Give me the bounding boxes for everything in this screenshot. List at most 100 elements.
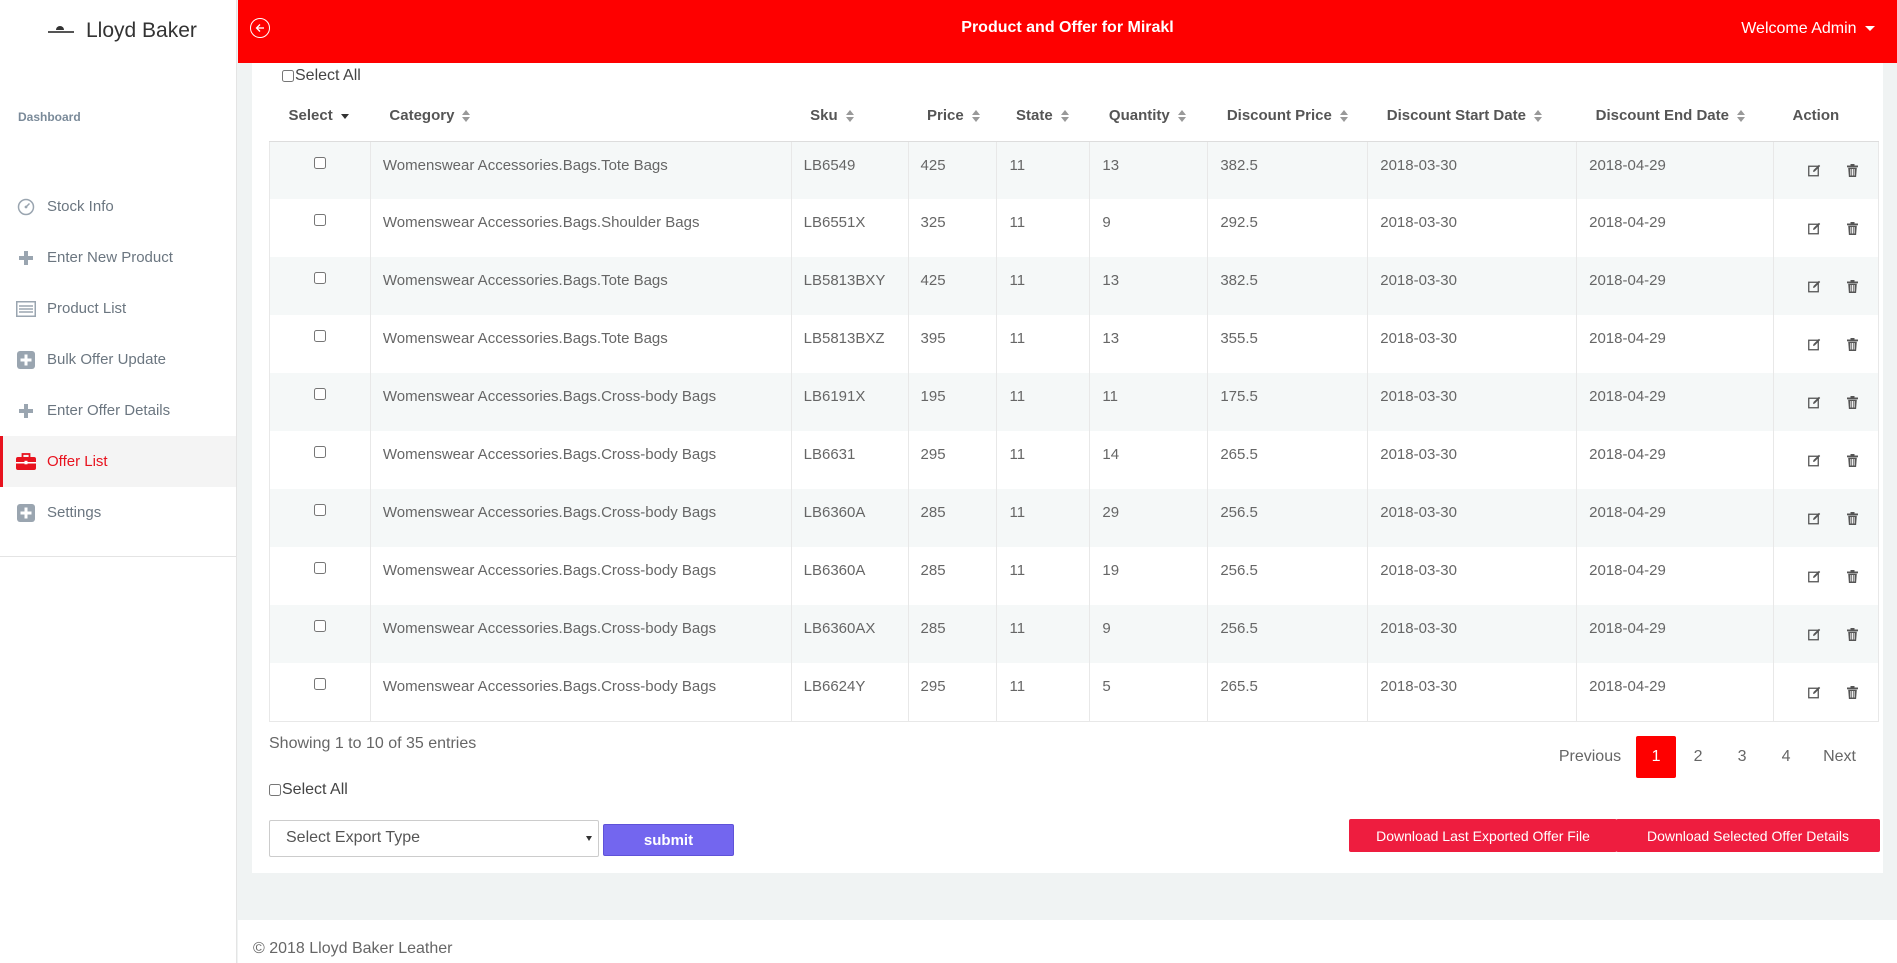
row-select-cell xyxy=(269,373,371,431)
cell-price: 325 xyxy=(907,199,997,257)
sort-icon xyxy=(971,110,980,123)
cell-quantity: 13 xyxy=(1089,257,1208,315)
trash-icon[interactable] xyxy=(1844,278,1860,294)
row-select-cell xyxy=(269,431,371,489)
cell-category: Womenswear Accessories.Bags.Cross-body B… xyxy=(369,373,792,431)
download-selected-button[interactable]: Download Selected Offer Details xyxy=(1616,819,1880,852)
edit-icon[interactable] xyxy=(1806,568,1822,584)
trash-icon[interactable] xyxy=(1844,336,1860,352)
export-type-select[interactable]: Select Export Type xyxy=(269,820,599,857)
sidebar-item-label: Offer List xyxy=(47,453,108,470)
trash-icon[interactable] xyxy=(1844,684,1860,700)
submit-button[interactable]: submit xyxy=(603,824,734,856)
user-menu[interactable]: Welcome Admin xyxy=(1741,20,1875,38)
column-header-sku[interactable]: Sku xyxy=(791,91,909,142)
cell-sku: LB5813BXZ xyxy=(790,315,909,373)
brand[interactable]: Lloyd Baker xyxy=(0,0,236,62)
cell-category: Womenswear Accessories.Bags.Cross-body B… xyxy=(369,605,792,663)
edit-icon[interactable] xyxy=(1806,626,1822,642)
cell-discount-end-date: 2018-04-29 xyxy=(1576,141,1774,199)
sidebar-item-enter-offer-details[interactable]: Enter Offer Details xyxy=(0,385,236,436)
select-all-bottom[interactable]: Select All xyxy=(269,781,348,799)
sidebar-item-stock-info[interactable]: Stock Info xyxy=(0,181,236,232)
trash-icon[interactable] xyxy=(1844,220,1860,236)
cell-discount-start-date: 2018-03-30 xyxy=(1367,431,1577,489)
cell-price: 425 xyxy=(907,257,997,315)
column-header-quantity[interactable]: Quantity xyxy=(1089,91,1208,142)
pagination-page-2[interactable]: 2 xyxy=(1676,736,1720,778)
edit-icon[interactable] xyxy=(1806,510,1822,526)
row-checkbox[interactable] xyxy=(313,272,326,284)
select-all-top[interactable]: Select All xyxy=(282,67,361,85)
select-all-checkbox[interactable] xyxy=(282,70,294,82)
sidebar-item-offer-list[interactable]: Offer List xyxy=(0,436,236,487)
trash-icon[interactable] xyxy=(1844,568,1860,584)
column-header-discount-price[interactable]: Discount Price xyxy=(1207,91,1368,142)
cell-discount-price: 382.5 xyxy=(1207,141,1368,199)
trash-icon[interactable] xyxy=(1844,394,1860,410)
column-header-select[interactable]: Select xyxy=(269,91,371,142)
sort-icon xyxy=(1060,110,1069,123)
edit-icon[interactable] xyxy=(1806,336,1822,352)
trash-icon[interactable] xyxy=(1844,452,1860,468)
pagination-previous[interactable]: Previous xyxy=(1544,736,1636,778)
column-header-discount-end-date[interactable]: Discount End Date xyxy=(1576,91,1774,142)
cell-quantity: 11 xyxy=(1089,373,1208,431)
trash-icon[interactable] xyxy=(1844,510,1860,526)
row-checkbox[interactable] xyxy=(313,446,326,458)
pagination-next[interactable]: Next xyxy=(1808,736,1871,778)
cell-quantity: 14 xyxy=(1089,431,1208,489)
cell-discount-end-date: 2018-04-29 xyxy=(1576,605,1774,663)
sidebar-item-product-list[interactable]: Product List xyxy=(0,283,236,334)
row-checkbox[interactable] xyxy=(313,330,326,342)
table-row: Womenswear Accessories.Bags.Cross-body B… xyxy=(269,431,1879,489)
cell-discount-start-date: 2018-03-30 xyxy=(1367,663,1577,722)
cell-discount-end-date: 2018-04-29 xyxy=(1576,663,1774,722)
select-all-checkbox[interactable] xyxy=(269,784,281,796)
sidebar-item-enter-new-product[interactable]: Enter New Product xyxy=(0,232,236,283)
sort-icon xyxy=(1339,110,1348,123)
trash-icon[interactable] xyxy=(1844,163,1860,179)
sidebar-item-settings[interactable]: Settings xyxy=(0,487,236,538)
cell-discount-start-date: 2018-03-30 xyxy=(1367,605,1577,663)
row-checkbox[interactable] xyxy=(313,214,326,226)
row-checkbox[interactable] xyxy=(313,620,326,632)
cell-sku: LB5813BXY xyxy=(790,257,909,315)
cell-discount-price: 355.5 xyxy=(1207,315,1368,373)
download-last-exported-button[interactable]: Download Last Exported Offer File xyxy=(1349,819,1617,852)
cell-sku: LB6624Y xyxy=(790,663,909,722)
pagination-page-4[interactable]: 4 xyxy=(1764,736,1808,778)
cell-discount-end-date: 2018-04-29 xyxy=(1576,431,1774,489)
cell-quantity: 29 xyxy=(1089,489,1208,547)
edit-icon[interactable] xyxy=(1806,220,1822,236)
row-actions xyxy=(1773,489,1879,547)
row-select-cell xyxy=(269,489,371,547)
row-checkbox[interactable] xyxy=(313,678,326,690)
edit-icon[interactable] xyxy=(1806,684,1822,700)
sidebar: Lloyd Baker Dashboard Stock Info Enter N… xyxy=(0,0,237,963)
plus-icon xyxy=(16,401,36,421)
pagination: Previous 1 2 3 4 Next xyxy=(1544,736,1871,778)
edit-icon[interactable] xyxy=(1806,394,1822,410)
column-header-price[interactable]: Price xyxy=(908,91,997,142)
table-row: Womenswear Accessories.Bags.Cross-body B… xyxy=(269,605,1879,663)
sidebar-item-bulk-offer-update[interactable]: Bulk Offer Update xyxy=(0,334,236,385)
column-header-category[interactable]: Category xyxy=(370,91,792,142)
trash-icon[interactable] xyxy=(1844,626,1860,642)
table-row: Womenswear Accessories.Bags.Cross-body B… xyxy=(269,547,1879,605)
pagination-page-1[interactable]: 1 xyxy=(1636,736,1677,778)
row-checkbox[interactable] xyxy=(313,156,326,169)
column-header-state[interactable]: State xyxy=(996,91,1090,142)
edit-icon[interactable] xyxy=(1806,452,1822,468)
cell-discount-start-date: 2018-03-30 xyxy=(1367,547,1577,605)
row-select-cell xyxy=(269,257,371,315)
pagination-page-3[interactable]: 3 xyxy=(1720,736,1764,778)
cell-sku: LB6360A xyxy=(790,489,909,547)
sidebar-item-label: Settings xyxy=(47,504,102,521)
edit-icon[interactable] xyxy=(1806,278,1822,294)
edit-icon[interactable] xyxy=(1806,163,1822,179)
row-checkbox[interactable] xyxy=(313,562,326,574)
row-checkbox[interactable] xyxy=(313,504,326,516)
row-checkbox[interactable] xyxy=(313,388,326,400)
column-header-discount-start-date[interactable]: Discount Start Date xyxy=(1367,91,1577,142)
